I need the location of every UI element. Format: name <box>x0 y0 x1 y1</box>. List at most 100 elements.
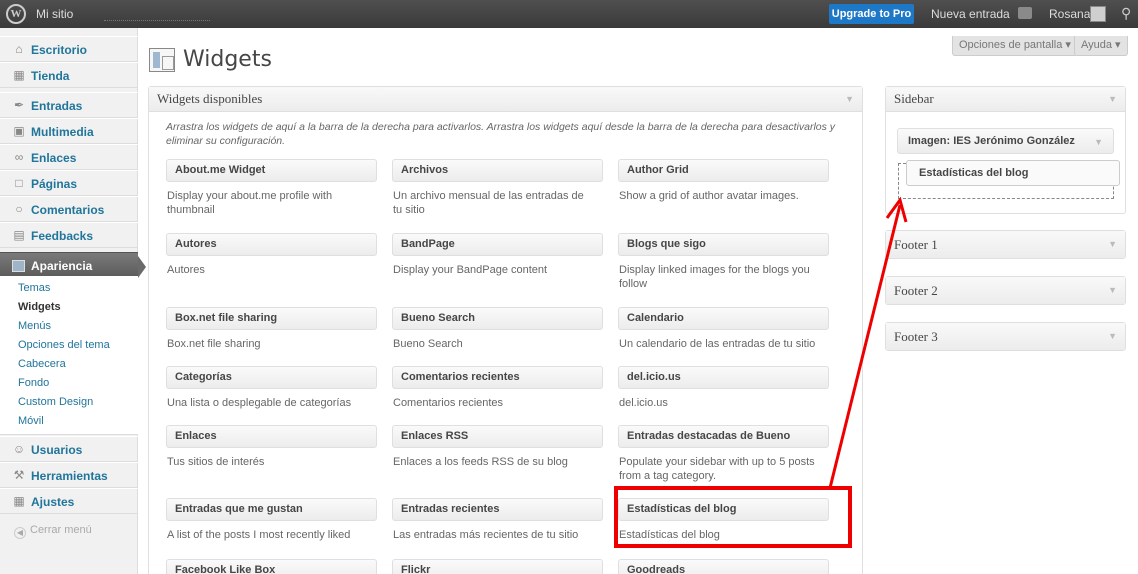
menu-item-label: Entradas <box>31 99 83 113</box>
toggle-arrow-icon[interactable]: ▼ <box>1108 87 1117 111</box>
submenu-item-custom-design[interactable]: Custom Design <box>18 396 93 408</box>
widgets-page-icon <box>149 48 175 72</box>
widget-description: A list of the posts I most recently like… <box>167 529 351 541</box>
sidebar-area-header[interactable]: Sidebar ▼ <box>886 87 1125 112</box>
menu-item-comentarios[interactable]: ○ Comentarios <box>0 196 138 222</box>
widget-item[interactable]: Enlaces RSS <box>392 425 603 448</box>
menu-item-label: Ajustes <box>31 495 75 509</box>
menu-item-enlaces[interactable]: ∞ Enlaces <box>0 144 138 170</box>
page-title: Widgets <box>183 47 272 72</box>
toggle-arrow-icon[interactable]: ▼ <box>1108 231 1117 258</box>
comment-bubble-icon[interactable] <box>1018 7 1032 19</box>
tools-icon: ⚒ <box>13 468 25 482</box>
menu-item-usuarios[interactable]: ☺ Usuarios <box>0 436 138 462</box>
widget-item[interactable]: Autores <box>166 233 377 256</box>
user-name[interactable]: Rosana <box>1049 7 1090 21</box>
cart-icon: ▦ <box>13 68 25 82</box>
widget-description: Una lista o desplegable de categorías <box>167 397 352 409</box>
submenu-item-temas[interactable]: Temas <box>18 282 50 294</box>
dragging-widget[interactable]: Estadísticas del blog <box>906 160 1120 186</box>
widget-item[interactable]: Flickr <box>392 559 603 574</box>
home-icon: ⌂ <box>15 42 23 56</box>
collapse-menu-button[interactable]: ◀ Cerrar menú <box>14 524 92 539</box>
apariencia-submenu: Temas Widgets Menús Opciones del tema Ca… <box>0 276 138 435</box>
widget-description: Display linked images for the blogs you … <box>619 264 810 290</box>
toggle-arrow-icon[interactable]: ▼ <box>1108 277 1117 304</box>
collapse-arrow-icon: ◀ <box>14 527 26 539</box>
toggle-arrow-icon[interactable]: ▼ <box>1108 323 1117 350</box>
submenu-item-movil[interactable]: Móvil <box>18 415 44 427</box>
widget-item[interactable]: Calendario <box>618 307 829 330</box>
screen-options-button[interactable]: Opciones de pantalla ▾ <box>952 36 1078 56</box>
admin-bar: W Mi sitio Upgrade to Pro Nueva entrada … <box>0 0 1138 28</box>
widget-item[interactable]: About.me Widget <box>166 159 377 182</box>
settings-icon: ▦ <box>13 494 25 508</box>
footer2-title: Footer 2 <box>894 283 938 298</box>
widget-item[interactable]: Comentarios recientes <box>392 366 603 389</box>
comment-icon: ○ <box>15 202 23 216</box>
widget-item[interactable]: Categorías <box>166 366 377 389</box>
widget-item[interactable]: Archivos <box>392 159 603 182</box>
menu-item-herramientas[interactable]: ⚒ Herramientas <box>0 462 138 488</box>
widget-description: Tus sitios de interés <box>167 456 265 468</box>
widget-description: Las entradas más recientes de tu sitio <box>393 529 579 541</box>
new-entry-link[interactable]: Nueva entrada <box>931 7 1010 21</box>
menu-item-paginas[interactable]: □ Páginas <box>0 170 138 196</box>
widget-item[interactable]: del.icio.us <box>618 366 829 389</box>
wordpress-logo-icon[interactable]: W <box>6 4 26 24</box>
menu-item-entradas[interactable]: ✒ Entradas <box>0 92 138 118</box>
widget-item[interactable]: Goodreads <box>618 559 829 574</box>
widget-item[interactable]: Entradas recientes <box>392 498 603 521</box>
widget-item[interactable]: Bueno Search <box>392 307 603 330</box>
widget-item[interactable]: BandPage <box>392 233 603 256</box>
widget-description: Bueno Search <box>393 338 463 350</box>
menu-item-label: Comentarios <box>31 203 105 217</box>
widget-item[interactable]: Entradas que me gustan <box>166 498 377 521</box>
media-icon: ▣ <box>13 124 25 138</box>
menu-item-ajustes[interactable]: ▦ Ajustes <box>0 488 138 514</box>
page-icon: □ <box>15 176 23 190</box>
search-icon[interactable]: ⚲ <box>1121 5 1131 22</box>
menu-item-apariencia[interactable]: Apariencia <box>0 252 146 278</box>
widget-description: Box.net file sharing <box>167 338 261 350</box>
site-name-link[interactable]: Mi sitio <box>36 7 73 21</box>
submenu-item-menus[interactable]: Menús <box>18 320 51 332</box>
submenu-item-cabecera[interactable]: Cabecera <box>18 358 66 370</box>
help-button[interactable]: Ayuda ▾ <box>1074 36 1128 56</box>
sidebar-widget-imagen[interactable]: Imagen: IES Jerónimo González ▼ <box>897 128 1114 154</box>
widget-item[interactable]: Entradas destacadas de Bueno <box>618 425 829 448</box>
toggle-arrow-icon[interactable]: ▼ <box>1094 130 1103 154</box>
footer3-area: Footer 3 ▼ <box>885 322 1126 351</box>
footer2-header[interactable]: Footer 2 ▼ <box>886 277 1125 304</box>
menu-item-label: Herramientas <box>31 469 108 483</box>
panel-description: Arrastra los widgets de aquí a la barra … <box>166 121 836 147</box>
widget-item[interactable]: Facebook Like Box <box>166 559 377 574</box>
appearance-icon <box>12 260 25 272</box>
widget-item[interactable]: Box.net file sharing <box>166 307 377 330</box>
menu-item-feedbacks[interactable]: ▤ Feedbacks <box>0 222 138 248</box>
submenu-item-fondo[interactable]: Fondo <box>18 377 49 389</box>
widget-description: Comentarios recientes <box>393 397 504 409</box>
highlight-box <box>614 486 852 548</box>
admin-bar-divider <box>104 20 210 21</box>
toggle-arrow-icon[interactable]: ▼ <box>845 87 854 111</box>
avatar[interactable] <box>1090 6 1106 22</box>
menu-item-tienda[interactable]: ▦ Tienda <box>0 62 138 88</box>
footer1-area: Footer 1 ▼ <box>885 230 1126 259</box>
submenu-item-opciones-tema[interactable]: Opciones del tema <box>18 339 110 351</box>
footer3-header[interactable]: Footer 3 ▼ <box>886 323 1125 350</box>
footer2-area: Footer 2 ▼ <box>885 276 1126 305</box>
menu-item-label: Apariencia <box>31 259 93 273</box>
menu-item-escritorio[interactable]: ⌂ Escritorio <box>0 36 138 62</box>
widget-description: Autores <box>167 264 205 276</box>
widget-item[interactable]: Enlaces <box>166 425 377 448</box>
footer1-header[interactable]: Footer 1 ▼ <box>886 231 1125 258</box>
widget-item[interactable]: Blogs que sigo <box>618 233 829 256</box>
panel-header[interactable]: Widgets disponibles ▼ <box>149 87 862 112</box>
submenu-item-widgets[interactable]: Widgets <box>18 301 61 313</box>
menu-item-multimedia[interactable]: ▣ Multimedia <box>0 118 138 144</box>
menu-item-label: Escritorio <box>31 43 88 57</box>
menu-item-label: Enlaces <box>31 151 77 165</box>
widget-item[interactable]: Author Grid <box>618 159 829 182</box>
upgrade-button[interactable]: Upgrade to Pro <box>829 4 914 24</box>
